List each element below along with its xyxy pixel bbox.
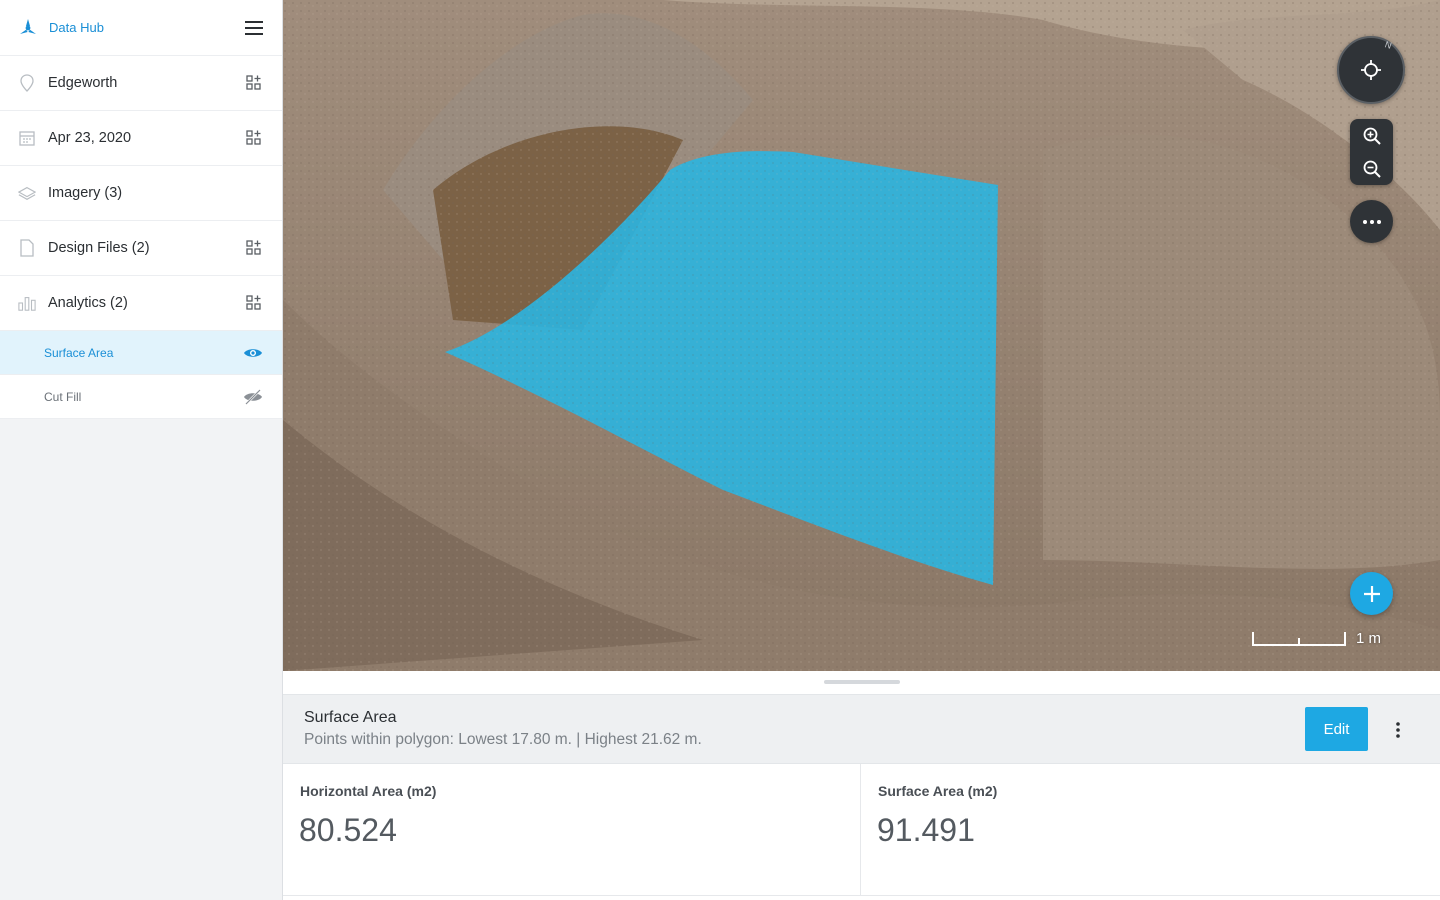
sidebar-item-label: Edgeworth — [48, 75, 118, 91]
hamburger-menu-icon[interactable] — [242, 16, 266, 40]
location-pin-icon — [18, 74, 36, 92]
metric-label: Surface Area (m2) — [878, 783, 998, 799]
metric-surface-area: Surface Area (m2) 91.491 — [861, 764, 1440, 896]
sidebar-item-label: Imagery (3) — [48, 185, 123, 201]
edit-button[interactable]: Edit — [1305, 707, 1368, 751]
add-measurement-button[interactable] — [1350, 572, 1393, 615]
metric-horizontal-area: Horizontal Area (m2) 80.524 — [283, 764, 861, 896]
sidebar: Data Hub Edgeworth Apr 23, 2020 Imagery … — [0, 0, 283, 900]
add-widget-icon[interactable] — [244, 73, 264, 93]
metrics-row: Horizontal Area (m2) 80.524 Surface Area… — [283, 764, 1440, 900]
zoom-in-button[interactable] — [1350, 119, 1393, 152]
scale-bar-ruler — [1252, 632, 1346, 646]
map-viewport[interactable]: N 1 m — [283, 0, 1440, 671]
add-widget-icon[interactable] — [244, 128, 264, 148]
scale-bar-label: 1 m — [1356, 630, 1382, 647]
more-options-button[interactable] — [1350, 200, 1393, 243]
metric-label: Horizontal Area (m2) — [300, 783, 437, 799]
add-widget-icon[interactable] — [244, 238, 264, 258]
eye-off-icon[interactable] — [242, 388, 264, 405]
brand-name[interactable]: Data Hub — [49, 20, 104, 35]
sidebar-item-date[interactable]: Apr 23, 2020 — [0, 111, 282, 166]
zoom-in-icon — [1363, 127, 1381, 145]
panel-title: Surface Area — [304, 709, 397, 726]
analytics-item-label: Cut Fill — [44, 389, 82, 404]
terrain-3d-view[interactable] — [283, 0, 1440, 671]
calendar-icon — [18, 129, 36, 147]
metric-value: 91.491 — [877, 812, 975, 848]
analytics-item-label: Surface Area — [44, 345, 114, 360]
plus-icon — [1363, 585, 1380, 602]
zoom-out-button[interactable] — [1350, 152, 1393, 185]
sidebar-item-label: Apr 23, 2020 — [48, 130, 132, 146]
scale-bar: 1 m — [1252, 628, 1392, 650]
sidebar-item-imagery[interactable]: Imagery (3) — [0, 166, 282, 221]
compass-button[interactable]: N — [1337, 36, 1405, 104]
sidebar-header: Data Hub — [0, 0, 282, 56]
ellipsis-icon — [1362, 219, 1381, 224]
analytics-item-surface-area[interactable]: Surface Area — [0, 331, 282, 375]
sidebar-item-design-files[interactable]: Design Files (2) — [0, 221, 282, 276]
metric-value: 80.524 — [299, 812, 397, 848]
analytics-item-cut-fill[interactable]: Cut Fill — [0, 375, 282, 419]
zoom-controls — [1350, 119, 1393, 185]
panel-divider — [283, 895, 1440, 896]
sidebar-item-label: Design Files (2) — [48, 240, 150, 256]
details-panel: Surface Area Points within polygon: Lowe… — [283, 671, 1440, 900]
brand-logo-icon[interactable] — [16, 16, 40, 40]
crosshair-icon — [1361, 60, 1381, 80]
sidebar-item-analytics[interactable]: Analytics (2) — [0, 276, 282, 331]
sidebar-item-edgeworth[interactable]: Edgeworth — [0, 56, 282, 111]
panel-header: Surface Area Points within polygon: Lowe… — [283, 694, 1440, 764]
panel-resize-handle[interactable] — [824, 680, 900, 684]
bar-chart-icon — [18, 294, 36, 312]
panel-subtitle: Points within polygon: Lowest 17.80 m. |… — [304, 731, 702, 748]
sidebar-item-label: Analytics (2) — [48, 295, 128, 311]
kebab-menu-icon[interactable] — [1387, 719, 1409, 741]
zoom-out-icon — [1363, 160, 1381, 178]
file-icon — [18, 239, 36, 257]
eye-icon[interactable] — [242, 345, 264, 361]
compass-north-label: N — [1383, 39, 1393, 51]
layers-icon — [18, 184, 36, 202]
add-widget-icon[interactable] — [244, 293, 264, 313]
